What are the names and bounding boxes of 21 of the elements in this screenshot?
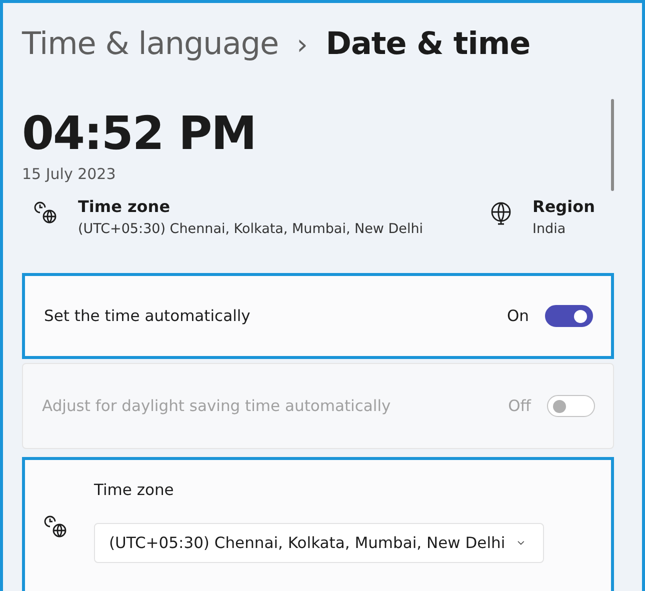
timezone-dropdown[interactable]: (UTC+05:30) Chennai, Kolkata, Mumbai, New Delhi bbox=[94, 523, 544, 563]
scrollbar[interactable] bbox=[611, 99, 614, 191]
info-value: (UTC+05:30) Chennai, Kolkata, Mumbai, New Delhi bbox=[78, 221, 424, 237]
clock-globe-icon bbox=[34, 201, 58, 225]
current-date: 15 July 2023 bbox=[22, 165, 116, 183]
setting-label: Set the time automatically bbox=[44, 307, 252, 325]
current-time: 04:52 PM bbox=[22, 105, 256, 161]
info-label: Region bbox=[532, 197, 595, 216]
clock-globe-icon bbox=[44, 515, 68, 539]
toggle-switch[interactable] bbox=[545, 305, 593, 327]
chevron-down-icon bbox=[517, 539, 525, 547]
info-label: Time zone bbox=[78, 197, 172, 216]
page-title: Date & time bbox=[326, 26, 530, 62]
setting-label: Adjust for daylight saving time automatically bbox=[42, 397, 392, 415]
setting-label: Time zone bbox=[94, 481, 175, 499]
globe-icon bbox=[488, 201, 512, 225]
toggle-state-text: Off bbox=[508, 397, 531, 415]
info-value: India bbox=[532, 221, 567, 237]
toggle-state-text: On bbox=[506, 307, 529, 325]
breadcrumb-parent[interactable]: Time & language bbox=[22, 26, 279, 62]
breadcrumb-separator: › bbox=[296, 28, 308, 60]
